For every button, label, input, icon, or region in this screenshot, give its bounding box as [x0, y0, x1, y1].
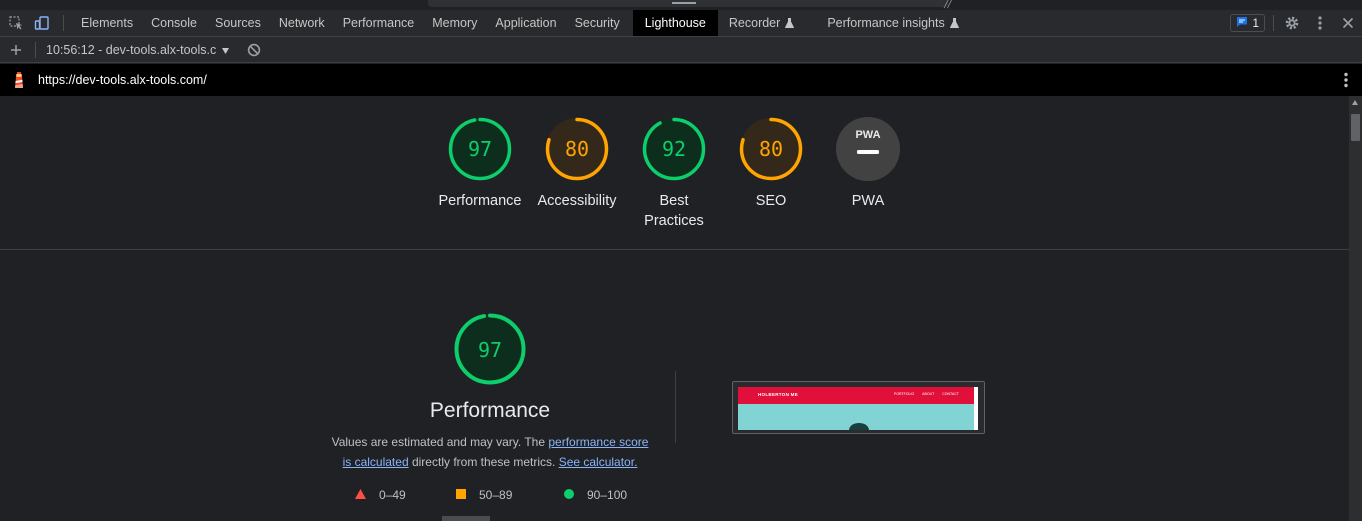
lighthouse-icon: [12, 71, 26, 89]
tab-label: Security: [574, 16, 620, 30]
score-legend-fail: 0–49: [355, 488, 406, 502]
screenshot-nav-item: ABOUT: [922, 392, 935, 396]
tab-label: Performance insights: [827, 16, 945, 30]
link-text: is calculated: [342, 455, 409, 469]
legend-range: 90–100: [587, 488, 628, 502]
screenshot-edge: [974, 387, 978, 430]
toolbar-divider: [1273, 15, 1274, 31]
inspect-element-icon[interactable]: [3, 10, 29, 36]
tab-label: Recorder: [728, 16, 781, 30]
tab-memory[interactable]: Memory: [423, 10, 486, 36]
horizontal-scrollbar[interactable]: [0, 515, 1349, 521]
tab-performance[interactable]: Performance: [334, 10, 424, 36]
lighthouse-report-bar: 10:56:12 - dev-tools.alx-tools.c: [0, 37, 1362, 63]
settings-gear-icon[interactable]: [1278, 10, 1306, 36]
performance-gauge-large: 97: [453, 312, 527, 389]
lighthouse-report: 97 Performance 80 Accessibility 92 Best …: [0, 96, 1349, 521]
resize-grip-icon: ╱╱: [944, 0, 953, 8]
desc-text: directly from these metrics.: [411, 455, 556, 469]
desc-text: Values are estimated and may vary. The: [331, 435, 546, 449]
screenshot-nav-item: PORTFOLIO: [894, 392, 915, 396]
device-toolbar-icon[interactable]: [29, 10, 55, 36]
close-icon[interactable]: [1334, 10, 1362, 36]
report-url[interactable]: https://dev-tools.alx-tools.com/: [38, 73, 207, 87]
gauge-score: 97: [478, 338, 502, 362]
tab-performance-insights[interactable]: Performance insights: [803, 10, 967, 36]
scrollbar-thumb[interactable]: [1351, 114, 1360, 141]
performance-section: 97 Performance Values are estimated and …: [0, 96, 1349, 502]
experiment-flask-icon: [785, 18, 795, 28]
tab-console[interactable]: Console: [142, 10, 206, 36]
score-legend-pass: 90–100: [564, 488, 627, 502]
screenshot-nav-item: CONTACT: [942, 392, 959, 396]
tab-label: Sources: [214, 16, 261, 30]
devtools-toolbar: Elements Console Sources Network Perform…: [0, 10, 1362, 37]
tab-label: Performance: [342, 16, 415, 30]
see-calculator-link[interactable]: See calculator.: [559, 455, 638, 469]
issues-counter-button[interactable]: 1: [1230, 14, 1265, 32]
tab-label: Application: [495, 16, 557, 30]
scroll-up-arrow-icon[interactable]: [1352, 100, 1358, 105]
add-icon[interactable]: [3, 37, 29, 63]
vertical-scrollbar[interactable]: [1349, 96, 1362, 521]
report-selector-dropdown[interactable]: 10:56:12 - dev-tools.alx-tools.c: [46, 42, 230, 57]
toolbar-divider: [63, 15, 64, 31]
report-url-bar: https://dev-tools.alx-tools.com/: [0, 64, 1362, 96]
tab-lighthouse[interactable]: Lighthouse: [632, 10, 718, 36]
performance-description: Values are estimated and may vary. The p…: [320, 432, 660, 472]
square-icon: [456, 488, 466, 502]
more-vertical-icon[interactable]: [1306, 10, 1334, 36]
grip-icon: [672, 2, 696, 4]
triangle-icon: [355, 488, 366, 502]
final-screenshot-thumbnail[interactable]: HOLBERTON ME PORTFOLIO ABOUT CONTACT: [732, 381, 985, 434]
legend-range: 50–89: [479, 488, 513, 502]
tab-security[interactable]: Security: [566, 10, 629, 36]
link-text: performance score: [548, 435, 649, 449]
gauge-ring: 97: [454, 313, 526, 385]
tab-label: Elements: [81, 16, 134, 30]
tab-label: Console: [151, 16, 197, 30]
issues-chat-icon: [1236, 16, 1248, 31]
screenshot-header: HOLBERTON ME PORTFOLIO ABOUT CONTACT: [738, 387, 978, 404]
tab-recorder[interactable]: Recorder: [718, 10, 803, 36]
tab-network[interactable]: Network: [270, 10, 334, 36]
experiment-flask-icon: [949, 18, 959, 28]
tab-elements[interactable]: Elements: [72, 10, 142, 36]
drawer-drag-strip: ╱╱: [0, 0, 1362, 10]
more-vertical-icon[interactable]: [1344, 72, 1348, 91]
score-legend-average: 50–89: [456, 488, 512, 502]
screenshot-nav: PORTFOLIO ABOUT CONTACT: [894, 392, 959, 396]
tab-sources[interactable]: Sources: [206, 10, 270, 36]
section-divider: [675, 371, 676, 443]
scrollbar-thumb[interactable]: [442, 516, 490, 521]
tab-label: Lighthouse: [644, 16, 706, 30]
tab-application[interactable]: Application: [486, 10, 565, 36]
screenshot-brand: HOLBERTON ME: [758, 392, 799, 397]
report-label: 10:56:12 - dev-tools.alx-tools.c: [46, 42, 217, 57]
performance-title: Performance: [429, 399, 551, 422]
issues-count: 1: [1252, 16, 1259, 30]
circle-icon: [564, 488, 574, 502]
toolbar-divider: [35, 41, 36, 58]
clear-block-icon[interactable]: [241, 37, 267, 63]
dropdown-triangle-icon: [222, 43, 230, 57]
legend-range: 0–49: [379, 488, 406, 502]
tab-label: Network: [278, 16, 325, 30]
screenshot-image: HOLBERTON ME PORTFOLIO ABOUT CONTACT: [738, 387, 978, 430]
screenshot-illustration: [849, 423, 869, 430]
tab-label: Memory: [432, 16, 478, 30]
